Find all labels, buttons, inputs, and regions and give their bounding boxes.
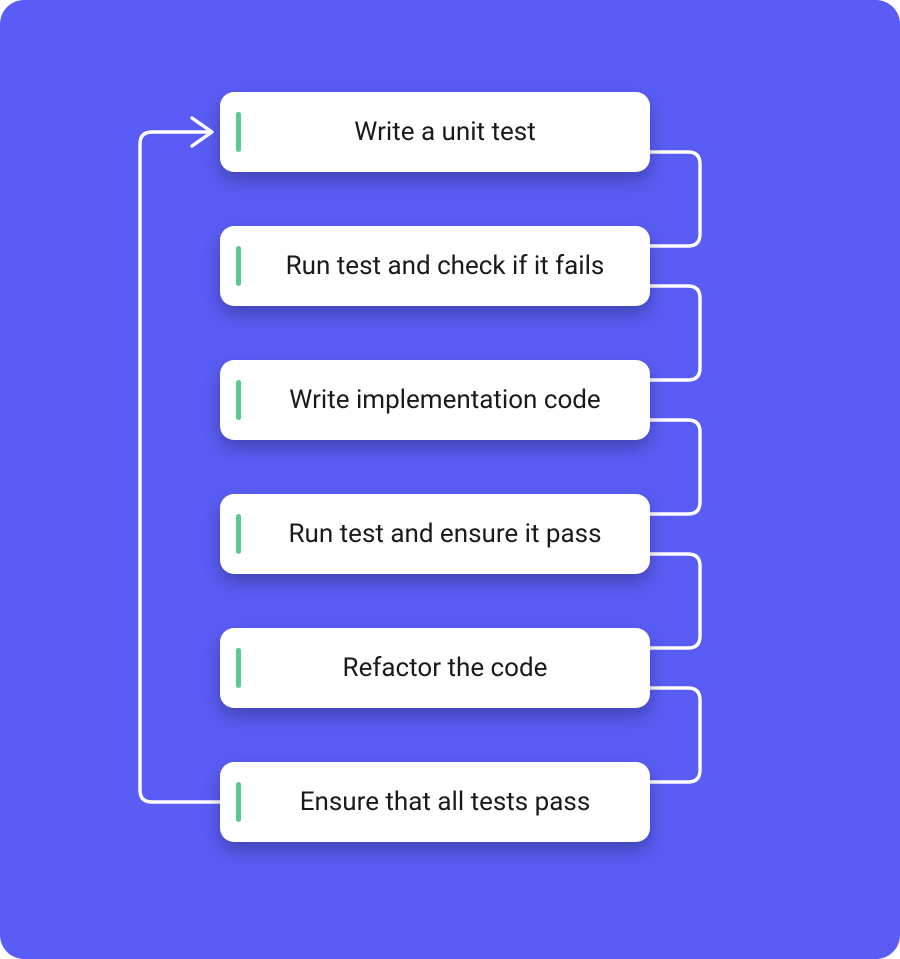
step-label: Write a unit test	[250, 117, 650, 147]
accent-bar	[236, 380, 241, 420]
step-card: Write a unit test	[220, 92, 650, 172]
step-card: Run test and ensure it pass	[220, 494, 650, 574]
accent-bar	[236, 112, 241, 152]
step-label: Refactor the code	[250, 653, 650, 683]
accent-bar	[236, 246, 241, 286]
step-card: Run test and check if it fails	[220, 226, 650, 306]
step-card: Ensure that all tests pass	[220, 762, 650, 842]
diagram-canvas: Write a unit test Run test and check if …	[0, 0, 900, 959]
accent-bar	[236, 648, 241, 688]
step-label: Write implementation code	[250, 385, 650, 415]
step-label: Run test and check if it fails	[250, 251, 650, 281]
step-card: Refactor the code	[220, 628, 650, 708]
steps-column: Write a unit test Run test and check if …	[220, 92, 650, 842]
step-label: Ensure that all tests pass	[250, 787, 650, 817]
accent-bar	[236, 782, 241, 822]
accent-bar	[236, 514, 241, 554]
step-label: Run test and ensure it pass	[250, 519, 650, 549]
step-card: Write implementation code	[220, 360, 650, 440]
